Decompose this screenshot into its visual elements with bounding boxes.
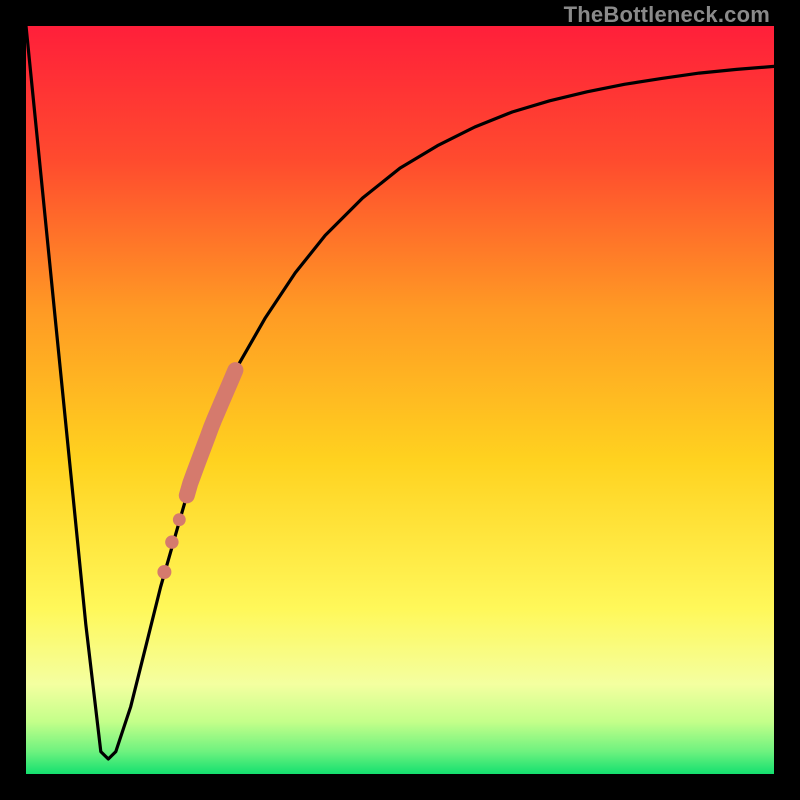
highlight-dot bbox=[185, 476, 197, 488]
highlight-dot bbox=[157, 565, 171, 579]
gradient-background bbox=[26, 26, 774, 774]
plot-frame bbox=[26, 26, 774, 774]
bottleneck-plot bbox=[26, 26, 774, 774]
highlight-dot bbox=[173, 513, 186, 526]
watermark-text: TheBottleneck.com bbox=[564, 2, 770, 28]
highlight-dot bbox=[165, 535, 178, 548]
